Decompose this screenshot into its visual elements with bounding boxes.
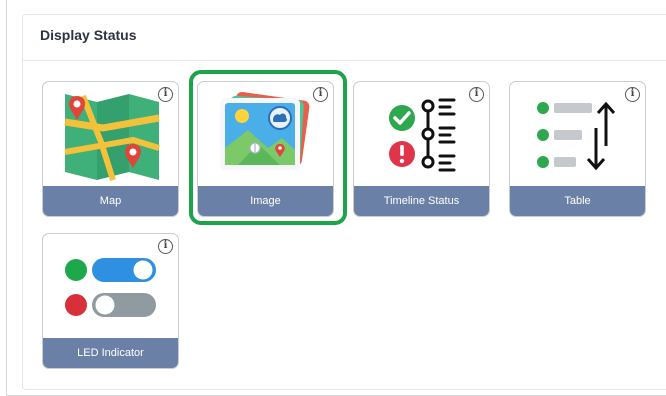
outer-frame-left-border bbox=[6, 0, 7, 396]
card-label: LED Indicator bbox=[43, 338, 178, 368]
info-icon[interactable]: i bbox=[625, 87, 640, 102]
info-icon[interactable]: i bbox=[158, 239, 173, 254]
card-label: Timeline Status bbox=[354, 186, 489, 216]
info-icon[interactable]: i bbox=[469, 87, 484, 102]
panel-header: Display Status bbox=[23, 15, 666, 61]
card-label: Map bbox=[43, 186, 178, 216]
card-map[interactable]: i Map bbox=[42, 81, 179, 217]
card-led-indicator[interactable]: i LED Indicator bbox=[42, 233, 179, 369]
card-timeline-status[interactable]: i Timeline Status bbox=[353, 81, 490, 217]
info-icon[interactable]: i bbox=[158, 87, 173, 102]
card-table[interactable]: i Table bbox=[509, 81, 646, 217]
selected-card-highlight bbox=[189, 70, 347, 225]
card-label: Table bbox=[510, 186, 645, 216]
panel-title: Display Status bbox=[40, 27, 137, 43]
